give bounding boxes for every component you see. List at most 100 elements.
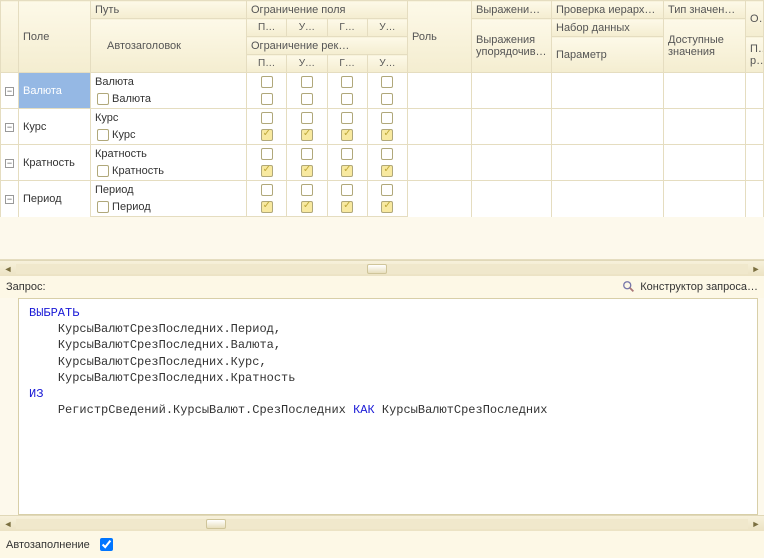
checkbox-icon[interactable] — [381, 148, 393, 160]
hdr-expr-order[interactable]: Выражения упорядочив… — [472, 19, 552, 73]
checkbox-icon[interactable] — [261, 184, 273, 196]
hdr-ru[interactable]: У… — [287, 55, 327, 73]
scroll-right-icon[interactable]: ► — [748, 262, 764, 276]
expr-cell[interactable] — [472, 73, 552, 109]
checkbox-icon[interactable] — [97, 93, 109, 105]
checkbox-icon[interactable] — [381, 76, 393, 88]
grid-scrollbar[interactable]: ◄ ► — [0, 260, 764, 276]
checkbox-icon[interactable] — [301, 129, 313, 141]
checkbox-icon[interactable] — [341, 201, 353, 213]
expand-cell[interactable]: − — [1, 73, 19, 109]
expand-cell[interactable]: − — [1, 109, 19, 145]
checkbox-icon[interactable] — [381, 184, 393, 196]
role-cell[interactable] — [408, 145, 472, 181]
hdr-hier[interactable]: Проверка иерархии: — [552, 1, 664, 19]
hdr-restrict-rec[interactable]: Ограничение рек… — [247, 37, 408, 55]
hdr-valtype[interactable]: Тип значен… — [664, 1, 746, 19]
hdr-fp[interactable]: П… — [247, 19, 287, 37]
autoheader-cell[interactable]: Курс — [91, 127, 247, 145]
checkbox-icon[interactable] — [97, 129, 109, 141]
field-cell[interactable]: Кратность — [19, 145, 91, 181]
hdr-rg[interactable]: Г… — [327, 55, 367, 73]
role-cell[interactable] — [408, 109, 472, 145]
field-cell[interactable]: Валюта — [19, 73, 91, 109]
autoheader-cell[interactable]: Период — [91, 199, 247, 217]
rest-cell[interactable] — [746, 73, 764, 109]
hier-cell[interactable] — [552, 73, 664, 109]
checkbox-icon[interactable] — [301, 165, 313, 177]
valtype-cell[interactable] — [664, 73, 746, 109]
qscroll-left-icon[interactable]: ◄ — [0, 517, 16, 531]
expr-cell[interactable] — [472, 181, 552, 217]
checkbox-icon[interactable] — [381, 93, 393, 105]
field-cell[interactable]: Период — [19, 181, 91, 217]
checkbox-icon[interactable] — [301, 112, 313, 124]
checkbox-icon[interactable] — [301, 184, 313, 196]
checkbox-icon[interactable] — [301, 201, 313, 213]
checkbox-icon[interactable] — [341, 93, 353, 105]
hdr-rest1[interactable]: Оф — [746, 1, 764, 37]
scroll-thumb[interactable] — [367, 264, 387, 274]
hier-cell[interactable] — [552, 181, 664, 217]
valtype-cell[interactable] — [664, 145, 746, 181]
checkbox-icon[interactable] — [261, 112, 273, 124]
query-constructor-link[interactable]: Конструктор запроса… — [622, 280, 758, 294]
checkbox-icon[interactable] — [381, 165, 393, 177]
checkbox-icon[interactable] — [261, 93, 273, 105]
checkbox-icon[interactable] — [97, 201, 109, 213]
autoheader-cell[interactable]: Валюта — [91, 91, 247, 109]
checkbox-icon[interactable] — [341, 184, 353, 196]
hdr-hier-ds[interactable]: Набор данных — [552, 19, 664, 37]
table-row[interactable]: −КурсКурс — [1, 109, 764, 127]
checkbox-icon[interactable] — [341, 112, 353, 124]
hdr-restrict-field[interactable]: Ограничение поля — [247, 1, 408, 19]
hdr-fu2[interactable]: У… — [367, 19, 407, 37]
hdr-expr[interactable]: Выражени… — [472, 1, 552, 19]
hier-cell[interactable] — [552, 145, 664, 181]
checkbox-icon[interactable] — [261, 129, 273, 141]
checkbox-icon[interactable] — [341, 148, 353, 160]
scroll-left-icon[interactable]: ◄ — [0, 262, 16, 276]
hdr-rest2[interactable]: Па ре — [746, 37, 764, 73]
hier-cell[interactable] — [552, 109, 664, 145]
query-scrollbar[interactable]: ◄ ► — [0, 515, 764, 531]
minus-icon[interactable]: − — [5, 159, 14, 168]
checkbox-icon[interactable] — [301, 76, 313, 88]
scroll-track[interactable] — [16, 264, 748, 274]
checkbox-icon[interactable] — [381, 112, 393, 124]
checkbox-icon[interactable] — [261, 201, 273, 213]
minus-icon[interactable]: − — [5, 123, 14, 132]
expand-cell[interactable]: − — [1, 181, 19, 217]
hdr-role[interactable]: Роль — [408, 1, 472, 73]
hdr-fg[interactable]: Г… — [327, 19, 367, 37]
checkbox-icon[interactable] — [301, 148, 313, 160]
autoheader-cell[interactable]: Кратность — [91, 163, 247, 181]
checkbox-icon[interactable] — [301, 93, 313, 105]
expr-cell[interactable] — [472, 109, 552, 145]
rest-cell[interactable] — [746, 181, 764, 217]
hdr-ru2[interactable]: У… — [367, 55, 407, 73]
checkbox-icon[interactable] — [341, 165, 353, 177]
valtype-cell[interactable] — [664, 181, 746, 217]
fields-table[interactable]: Поле Путь Ограничение поля Роль Выражени… — [0, 0, 764, 217]
hdr-autoheader[interactable]: Автозаголовок — [91, 19, 247, 73]
path-cell[interactable]: Курс — [91, 109, 247, 127]
hdr-rp[interactable]: П… — [247, 55, 287, 73]
checkbox-icon[interactable] — [261, 148, 273, 160]
field-cell[interactable]: Курс — [19, 109, 91, 145]
rest-cell[interactable] — [746, 109, 764, 145]
checkbox-icon[interactable] — [341, 129, 353, 141]
table-row[interactable]: −ПериодПериод — [1, 181, 764, 199]
query-text[interactable]: ВЫБРАТЬ КурсыВалютСрезПоследних.Период, … — [18, 298, 758, 515]
checkbox-icon[interactable] — [381, 129, 393, 141]
qscroll-right-icon[interactable]: ► — [748, 517, 764, 531]
hdr-valtype-avail[interactable]: Доступные значения — [664, 19, 746, 73]
minus-icon[interactable]: − — [5, 87, 14, 96]
checkbox-icon[interactable] — [341, 76, 353, 88]
qscroll-track[interactable] — [16, 519, 748, 529]
role-cell[interactable] — [408, 73, 472, 109]
checkbox-icon[interactable] — [97, 165, 109, 177]
path-cell[interactable]: Валюта — [91, 73, 247, 91]
minus-icon[interactable]: − — [5, 195, 14, 204]
checkbox-icon[interactable] — [261, 165, 273, 177]
